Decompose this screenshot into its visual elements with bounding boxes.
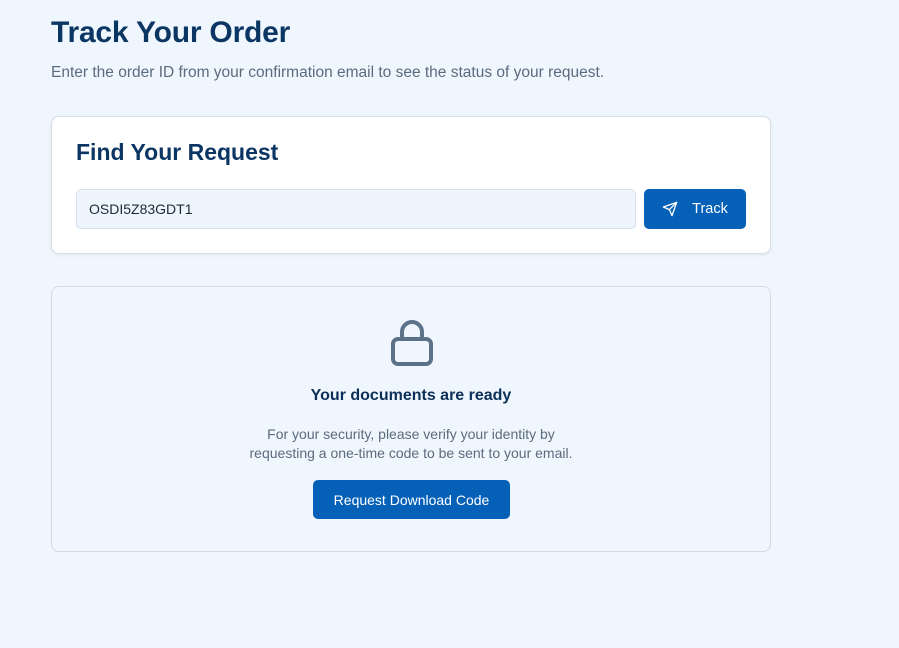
lock-icon — [390, 319, 434, 367]
order-id-input[interactable] — [76, 189, 636, 229]
page-title: Track Your Order — [51, 16, 291, 49]
description-line-2: requesting a one-time code to be sent to… — [249, 445, 573, 461]
documents-ready-description: For your security, please verify your id… — [52, 425, 770, 463]
description-line-1: For your security, please verify your id… — [267, 426, 555, 442]
request-download-code-button[interactable]: Request Download Code — [313, 480, 510, 519]
find-request-card: Find Your Request Track — [51, 116, 771, 254]
send-icon — [662, 201, 678, 217]
track-button-label: Track — [692, 201, 728, 217]
track-button[interactable]: Track — [644, 189, 746, 229]
track-order-page: Track Your Order Enter the order ID from… — [0, 0, 899, 648]
documents-ready-card: Your documents are ready For your securi… — [51, 286, 771, 552]
find-request-title: Find Your Request — [76, 139, 279, 165]
page-subtitle: Enter the order ID from your confirmatio… — [51, 64, 605, 81]
documents-ready-title: Your documents are ready — [310, 387, 512, 404]
